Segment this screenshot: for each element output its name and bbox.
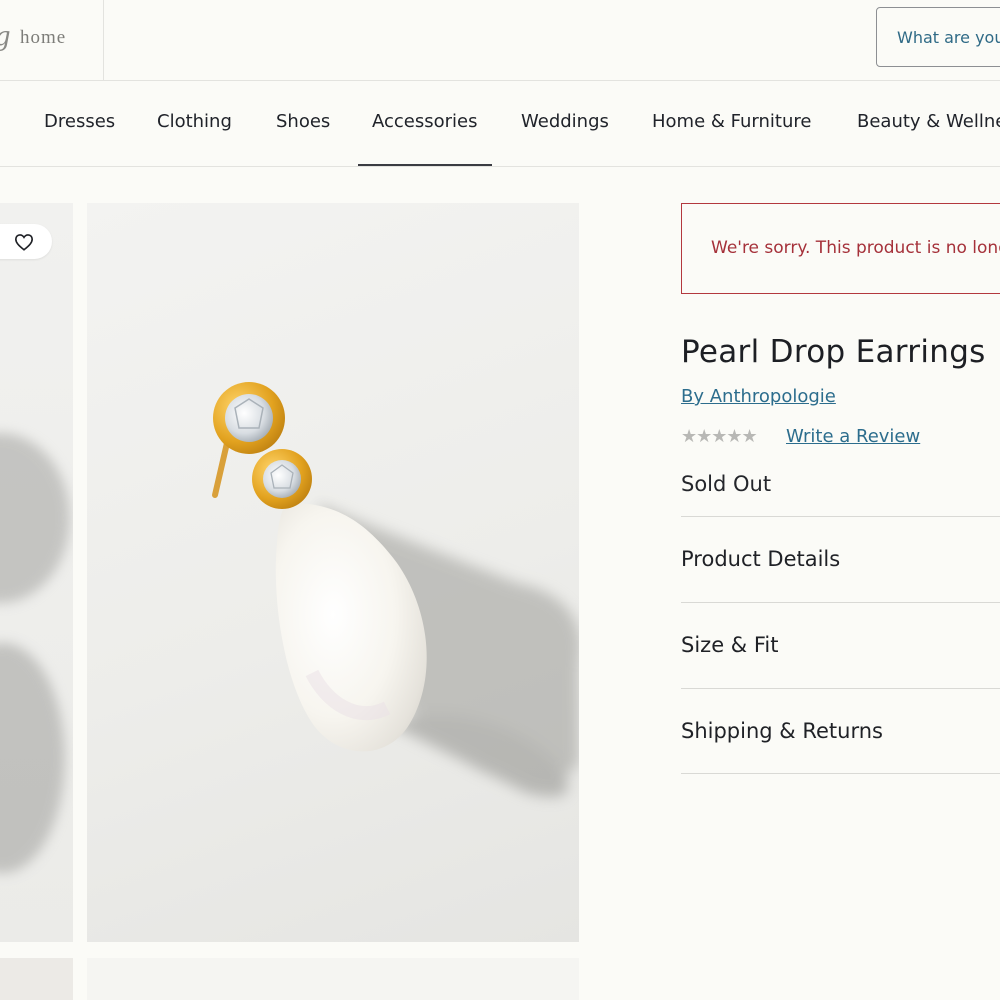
earring-illustration — [212, 382, 579, 797]
stock-status: Sold Out — [681, 472, 772, 496]
logo-script: g — [0, 22, 11, 52]
nav-item-dresses[interactable]: Dresses — [44, 80, 115, 166]
gallery-next-image[interactable] — [87, 958, 579, 1000]
product-main-image[interactable] — [87, 203, 579, 942]
accordion-label: Size & Fit — [681, 633, 779, 657]
heart-icon — [14, 233, 34, 251]
nav-item-weddings[interactable]: Weddings — [521, 80, 609, 166]
logo-text: home — [20, 27, 67, 48]
gallery-thumbnail-next[interactable] — [0, 958, 73, 1000]
nav-item-beauty-wellness[interactable]: Beauty & Wellness — [857, 80, 1000, 166]
nav-item-home-furniture[interactable]: Home & Furniture — [652, 80, 811, 166]
thumbnail-shadow-shape — [0, 643, 65, 873]
gallery-thumbnail-image[interactable] — [0, 203, 73, 942]
write-review-link[interactable]: Write a Review — [786, 426, 920, 447]
thumbnail-shadow-shape — [0, 433, 70, 603]
nav-item-clothing[interactable]: Clothing — [157, 80, 232, 166]
accordion-label: Shipping & Returns — [681, 719, 883, 743]
accordion-label: Product Details — [681, 547, 841, 571]
nav-item-accessories[interactable]: Accessories — [358, 80, 491, 166]
favorite-button[interactable] — [0, 224, 52, 259]
accordion-shipping-returns[interactable]: Shipping & Returns — [681, 688, 1000, 775]
brand-link[interactable]: By Anthropologie — [681, 386, 836, 407]
accordion-size-fit[interactable]: Size & Fit — [681, 602, 1000, 689]
main-nav: › Dresses Clothing Shoes Accessories Wed… — [0, 80, 1000, 167]
nav-prev-chevron-icon[interactable]: › — [0, 80, 1, 166]
site-header: g home — [0, 0, 1000, 81]
accordion-product-details[interactable]: Product Details — [681, 516, 1000, 603]
rating-stars-icon: ★★★★★ — [681, 426, 758, 447]
search-input[interactable] — [876, 7, 1000, 67]
unavailable-alert: We're sorry. This product is no longer a… — [681, 203, 1000, 294]
accordion-divider — [681, 773, 1000, 774]
nav-item-shoes[interactable]: Shoes — [276, 80, 330, 166]
site-logo[interactable]: g home — [0, 0, 104, 80]
product-title: Pearl Drop Earrings — [681, 334, 986, 370]
